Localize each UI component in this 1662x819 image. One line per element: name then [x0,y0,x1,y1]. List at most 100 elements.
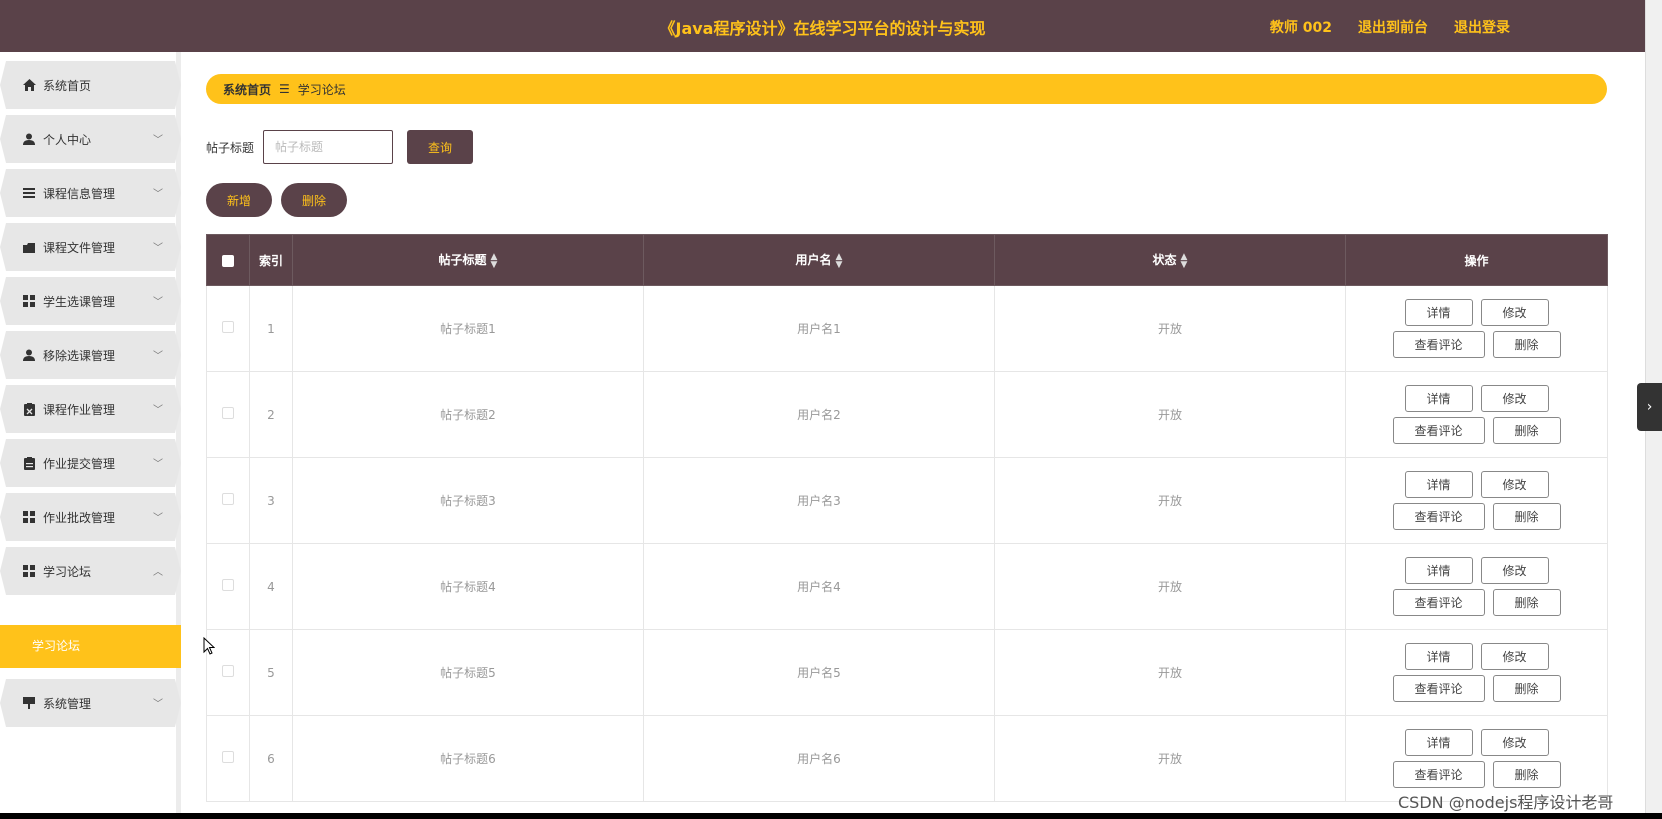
row-username: 用户名2 [643,371,995,458]
edit-button[interactable]: 修改 [1480,385,1549,412]
chevron-right-icon[interactable]: › [1637,383,1662,431]
column-header-title[interactable]: 帖子标题 ▲ ▼ [292,234,644,286]
header-nav: 教师 002 退出到前台 退出登录 [1270,17,1510,37]
row-delete-button[interactable]: 删除 [1492,503,1561,530]
add-button[interactable]: 新增 [206,183,272,217]
sort-icon[interactable]: ▲ ▼ [491,252,498,269]
column-header-username[interactable]: 用户名 ▲ ▼ [643,234,995,286]
row-actions: 详情 修改查看评论 删除 [1345,629,1608,716]
column-header-index: 索引 [249,234,293,286]
sidebar-item-student-selection[interactable]: 学生选课管理 ﹀ [0,277,181,325]
search-label: 帖子标题 [206,140,255,155]
query-button[interactable]: 查询 [407,130,474,164]
sidebar-item-homework-grading[interactable]: 作业批改管理 ﹀ [0,493,181,541]
logout-link[interactable]: 退出登录 [1454,17,1510,37]
column-header-status[interactable]: 状态 ▲ ▼ [994,234,1346,286]
sidebar-item-profile[interactable]: 个人中心 ﹀ [0,115,181,163]
edit-button[interactable]: 修改 [1480,643,1549,670]
sidebar-item-forum[interactable]: 学习论坛 ︿ [0,547,181,595]
grid-icon [22,510,36,524]
mouse-cursor-icon [203,637,215,655]
row-checkbox[interactable] [222,493,234,505]
post-title-search-input[interactable] [263,130,394,164]
row-delete-button[interactable]: 删除 [1492,589,1561,616]
chevron-down-icon: ﹀ [153,513,163,524]
sidebar-item-course-info[interactable]: 课程信息管理 ﹀ [0,169,181,217]
row-checkbox[interactable] [222,579,234,591]
row-select-cell [206,543,250,630]
sidebar-item-system[interactable]: 系统管理 ﹀ [0,679,181,727]
select-all-header [206,234,250,286]
row-checkbox[interactable] [222,321,234,333]
row-delete-button[interactable]: 删除 [1492,331,1561,358]
view-comments-button[interactable]: 查看评论 [1392,331,1485,358]
row-status: 开放 [994,457,1346,544]
edit-button[interactable]: 修改 [1480,299,1549,326]
row-actions: 详情 修改查看评论 删除 [1345,457,1608,544]
row-delete-button[interactable]: 删除 [1492,417,1561,444]
sidebar-item-homework-submit[interactable]: 作业提交管理 ﹀ [0,439,181,487]
front-page-link[interactable]: 退出到前台 [1358,17,1428,37]
batch-delete-button[interactable]: 删除 [281,183,347,217]
breadcrumb-current: 学习论坛 [297,82,346,97]
row-delete-button[interactable]: 删除 [1492,675,1561,702]
row-username: 用户名6 [643,715,995,802]
sidebar-item-label: 课程信息管理 [43,186,116,201]
edit-button[interactable]: 修改 [1480,471,1549,498]
view-comments-button[interactable]: 查看评论 [1392,503,1485,530]
sort-icon[interactable]: ▲ ▼ [1181,252,1188,269]
breadcrumb-separator-icon: ☰ [279,82,290,96]
chevron-down-icon: ﹀ [153,699,163,710]
sidebar-item-label: 课程文件管理 [43,240,116,255]
sidebar-item-course-homework[interactable]: 课程作业管理 ﹀ [0,385,181,433]
row-title: 帖子标题4 [292,543,644,630]
select-all-checkbox[interactable] [222,254,234,267]
detail-button[interactable]: 详情 [1404,299,1473,326]
home-icon [22,78,36,92]
detail-button[interactable]: 详情 [1404,471,1473,498]
chevron-down-icon: ﹀ [153,459,163,470]
view-comments-button[interactable]: 查看评论 [1392,417,1485,444]
chevron-down-icon: ﹀ [153,297,163,308]
action-row: 新增 删除 [206,183,347,217]
row-username: 用户名1 [643,285,995,372]
grid-icon [22,294,36,308]
breadcrumb: 系统首页 ☰ 学习论坛 [206,74,1607,104]
row-checkbox[interactable] [222,407,234,419]
column-header-actions: 操作 [1345,234,1608,286]
folder-icon [22,240,36,254]
detail-button[interactable]: 详情 [1404,557,1473,584]
view-comments-button[interactable]: 查看评论 [1392,675,1485,702]
chevron-down-icon: ﹀ [153,243,163,254]
sidebar-item-home[interactable]: 系统首页 [0,61,181,109]
sidebar-item-remove-selection[interactable]: 移除选课管理 ﹀ [0,331,181,379]
sidebar-item-course-files[interactable]: 课程文件管理 ﹀ [0,223,181,271]
sidebar-item-label: 系统首页 [43,78,92,93]
edit-button[interactable]: 修改 [1480,557,1549,584]
detail-button[interactable]: 详情 [1404,729,1473,756]
row-actions: 详情 修改查看评论 删除 [1345,371,1608,458]
row-select-cell [206,371,250,458]
table-row: 2 帖子标题2 用户名2 开放 详情 修改 查看评论 删除 [206,371,1608,458]
breadcrumb-home[interactable]: 系统首页 [223,81,271,98]
detail-button[interactable]: 详情 [1404,643,1473,670]
teacher-account-link[interactable]: 教师 002 [1270,17,1332,37]
table-row: 4 帖子标题4 用户名4 开放 详情 修改 查看评论 删除 [206,543,1608,630]
clipboard-icon [22,402,36,416]
row-title: 帖子标题5 [292,629,644,716]
sort-icon[interactable]: ▲ ▼ [836,252,843,269]
view-comments-button[interactable]: 查看评论 [1392,589,1485,616]
view-comments-button[interactable]: 查看评论 [1392,761,1485,788]
sidebar-subitem-forum[interactable]: 学习论坛 [0,625,181,668]
column-header-label: 帖子标题 [438,253,487,268]
row-checkbox[interactable] [222,751,234,763]
chevron-down-icon: ﹀ [153,189,163,200]
clipboard-icon [22,456,36,470]
row-checkbox[interactable] [222,665,234,677]
row-index: 6 [249,715,293,802]
row-delete-button[interactable]: 删除 [1492,761,1561,788]
detail-button[interactable]: 详情 [1404,385,1473,412]
edit-button[interactable]: 修改 [1480,729,1549,756]
top-header: 《Java程序设计》在线学习平台的设计与实现 教师 002 退出到前台 退出登录 [0,0,1645,52]
row-username: 用户名4 [643,543,995,630]
